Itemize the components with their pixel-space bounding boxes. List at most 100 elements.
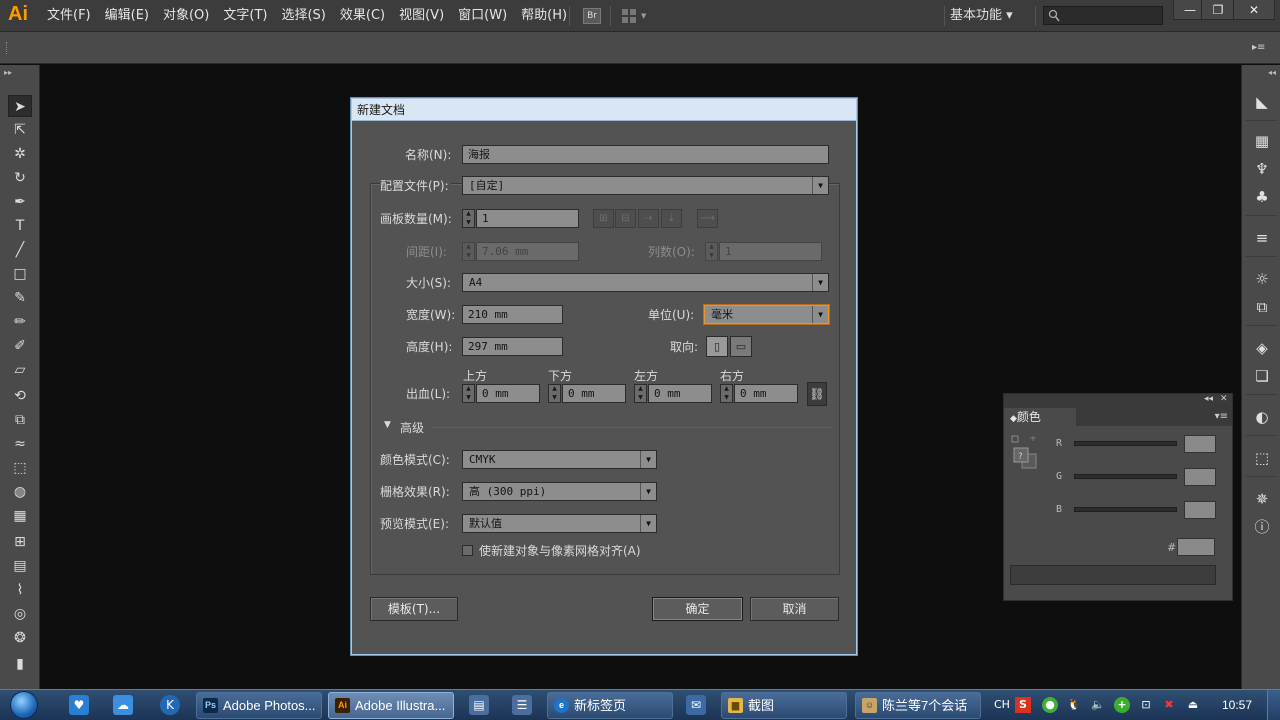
info-panel-icon[interactable]: ⓘ xyxy=(1252,517,1272,537)
bridge-button[interactable]: Br xyxy=(583,8,601,24)
chevron-down-icon[interactable]: ▼ xyxy=(463,394,474,402)
paintbrush-tool-icon[interactable]: ✎ xyxy=(8,287,32,309)
clock[interactable]: 10:57 xyxy=(1213,690,1261,720)
usb-icon[interactable]: ⏏ xyxy=(1185,697,1201,713)
advanced-toggle[interactable]: 高级 xyxy=(400,419,424,436)
show-desktop-button[interactable] xyxy=(1267,690,1280,720)
scale-tool-icon[interactable]: ⧉ xyxy=(8,409,32,431)
align-pixel-grid-label[interactable]: 使新建对象与像素网格对齐(A) xyxy=(479,542,641,559)
arrange-by-column-icon[interactable]: ⇣ xyxy=(661,209,682,228)
menu-effect[interactable]: 效果(C) xyxy=(333,0,392,32)
type-tool-icon[interactable]: T xyxy=(8,215,32,237)
menu-object[interactable]: 对象(O) xyxy=(156,0,216,32)
link-bleed-icon[interactable]: ⛓ xyxy=(807,382,827,406)
artboards-stepper[interactable]: ▲ ▼ xyxy=(462,209,475,228)
close-button[interactable]: ✕ xyxy=(1233,0,1275,20)
units-dropdown[interactable]: 毫米 ▼ xyxy=(704,305,829,324)
cancel-button[interactable]: 取消 xyxy=(750,597,839,621)
size-dropdown[interactable]: A4 ▼ xyxy=(462,273,829,292)
panel-menu-icon[interactable]: ▸≡ xyxy=(1252,42,1266,53)
search-input[interactable] xyxy=(1043,6,1163,25)
lasso-tool-icon[interactable]: ↻ xyxy=(8,167,32,189)
calculator-icon[interactable]: ▤ xyxy=(469,695,489,715)
quick-launch-icon[interactable]: K xyxy=(160,695,180,715)
blue-value-field[interactable] xyxy=(1184,501,1216,519)
menu-help[interactable]: 帮助(H) xyxy=(514,0,574,32)
volume-icon[interactable]: 🔈 xyxy=(1090,697,1106,713)
free-transform-tool-icon[interactable]: ⬚ xyxy=(8,457,32,479)
swatches-panel-icon[interactable]: ▦ xyxy=(1252,131,1272,151)
red-slider[interactable] xyxy=(1074,441,1177,446)
warp-tool-icon[interactable]: ≈ xyxy=(8,433,32,455)
column-graph-tool-icon[interactable]: ▮ xyxy=(8,653,32,675)
input-method-indicator[interactable]: CH xyxy=(994,697,1010,713)
restore-button[interactable]: ❐ xyxy=(1201,0,1235,20)
menu-select[interactable]: 选择(S) xyxy=(274,0,332,32)
chevron-down-icon[interactable]: ▼ xyxy=(721,394,732,402)
hex-input[interactable] xyxy=(1177,538,1215,556)
workspace-switcher[interactable]: 基本功能 ▾ xyxy=(950,0,1013,32)
bleed-bottom-input[interactable]: 0 mm xyxy=(562,384,626,403)
portrait-orientation-icon[interactable]: ▯ xyxy=(706,336,728,357)
start-button[interactable] xyxy=(4,690,44,720)
close-icon[interactable]: ✕ xyxy=(1220,394,1228,404)
taskbar-illustrator[interactable]: Ai Adobe Illustra... xyxy=(328,692,454,719)
panel-menu-icon[interactable]: ▾≡ xyxy=(1215,411,1228,422)
quick-launch-icon[interactable]: ☁ xyxy=(113,695,133,715)
raster-effects-dropdown[interactable]: 高 (300 ppi) ▼ xyxy=(462,482,657,501)
menu-window[interactable]: 窗口(W) xyxy=(451,0,514,32)
graphic-styles-panel-icon[interactable]: ⧉ xyxy=(1252,297,1272,317)
magic-wand-tool-icon[interactable]: ✲ xyxy=(8,143,32,165)
stroke-panel-icon[interactable]: ≡ xyxy=(1252,228,1272,248)
action-center-icon[interactable]: ✖ xyxy=(1161,697,1177,713)
taskbar-browser[interactable]: e 新标签页 xyxy=(547,692,673,719)
chevron-up-icon[interactable]: ▲ xyxy=(635,385,646,393)
color-panel-icon[interactable]: ◐ xyxy=(1252,407,1272,427)
chevron-up-icon[interactable]: ▲ xyxy=(549,385,560,393)
window-list-icon[interactable]: ☰ xyxy=(512,695,532,715)
red-value-field[interactable] xyxy=(1184,435,1216,453)
perspective-grid-tool-icon[interactable]: ▦ xyxy=(8,505,32,527)
panel-header[interactable]: ◂◂ ✕ xyxy=(1004,394,1232,408)
transform-panel-icon[interactable]: ⬚ xyxy=(1252,448,1272,468)
expand-triangle-icon[interactable]: ▼ xyxy=(384,420,391,430)
grid-by-row-icon[interactable]: ⊞ xyxy=(593,209,614,228)
collapse-icon[interactable]: ▸▸ xyxy=(4,68,12,77)
chevron-down-icon[interactable]: ▼ xyxy=(549,394,560,402)
chevron-up-icon[interactable]: ▲ xyxy=(463,210,474,218)
pen-tool-icon[interactable]: ✒ xyxy=(8,191,32,213)
green-slider[interactable] xyxy=(1074,474,1177,479)
templates-button[interactable]: 模板(T)... xyxy=(370,597,458,621)
artboards-panel-icon[interactable]: ❏ xyxy=(1252,366,1272,386)
align-pixel-grid-checkbox[interactable] xyxy=(462,545,473,556)
rectangle-tool-icon[interactable]: □ xyxy=(8,263,32,285)
profile-dropdown[interactable]: [自定] ▼ xyxy=(462,176,829,195)
menu-view[interactable]: 视图(V) xyxy=(392,0,451,32)
chevron-down-icon[interactable]: ▼ xyxy=(635,394,646,402)
menu-edit[interactable]: 编辑(E) xyxy=(98,0,156,32)
height-input[interactable]: 297 mm xyxy=(462,337,563,356)
chevron-down-icon[interactable]: ▼ xyxy=(463,219,474,227)
color-panel-tab[interactable]: ◆颜色 xyxy=(1006,408,1076,426)
bleed-right-stepper[interactable]: ▲ ▼ xyxy=(720,384,733,403)
security-icon[interactable]: + xyxy=(1114,697,1130,713)
taskbar-photoshop[interactable]: Ps Adobe Photos... xyxy=(196,692,322,719)
bleed-bottom-stepper[interactable]: ▲ ▼ xyxy=(548,384,561,403)
gradient-tool-icon[interactable]: ▤ xyxy=(8,555,32,577)
collapse-icon[interactable]: ◂◂ xyxy=(1268,68,1276,77)
artboards-input[interactable]: 1 xyxy=(476,209,579,228)
mail-icon[interactable]: ✉ xyxy=(686,695,706,715)
mesh-tool-icon[interactable]: ⊞ xyxy=(8,531,32,553)
navigator-panel-icon[interactable]: ◣ xyxy=(1252,92,1272,112)
control-bar-grip[interactable] xyxy=(6,42,9,54)
appearance-panel-icon[interactable]: ☼ xyxy=(1252,269,1272,289)
menu-type[interactable]: 文字(T) xyxy=(216,0,274,32)
qq-icon[interactable]: 🐧 xyxy=(1066,697,1082,713)
blob-brush-tool-icon[interactable]: ✐ xyxy=(8,335,32,357)
color-spectrum[interactable] xyxy=(1010,565,1216,585)
layout-direction-icon[interactable]: ⟶ xyxy=(697,209,718,228)
pencil-tool-icon[interactable]: ✏ xyxy=(8,311,32,333)
bleed-top-stepper[interactable]: ▲ ▼ xyxy=(462,384,475,403)
sogou-input-icon[interactable]: S xyxy=(1015,697,1031,713)
fill-stroke-icon[interactable]: ? xyxy=(1010,434,1038,476)
